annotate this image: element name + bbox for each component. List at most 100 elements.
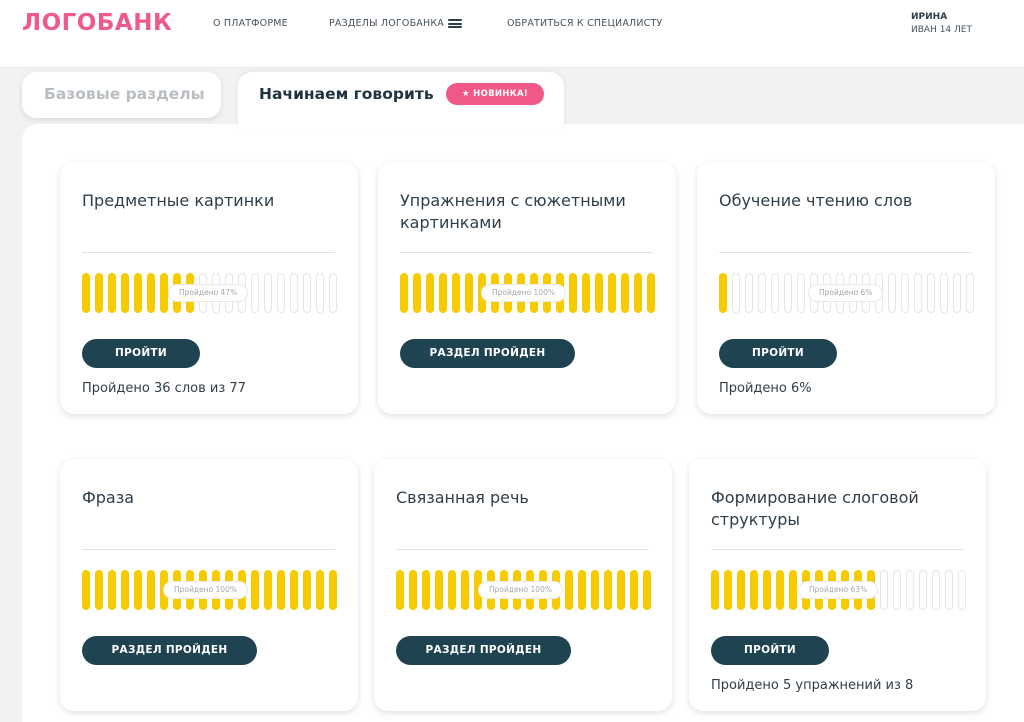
progress-segment: [452, 273, 460, 313]
progress-segment: [329, 273, 337, 313]
progress-segment: [316, 570, 324, 610]
section-card: Формирование слоговой структуры Пройдено…: [689, 459, 986, 711]
card-title: Формирование слоговой структуры: [711, 488, 919, 529]
progress-segment: [595, 273, 603, 313]
progress-segment: [945, 570, 953, 610]
progress-segment: [396, 570, 404, 610]
top-header: ЛОГОБАНК О ПЛАТФОРМЕ РАЗДЕЛЫ ЛОГОБАНКА О…: [0, 0, 1024, 68]
progress-bar: Пройдено 47%: [82, 273, 337, 313]
progress-segment: [251, 570, 259, 610]
progress-segment: [264, 273, 272, 313]
user-name[interactable]: ИРИНА: [911, 12, 947, 22]
progress-segment: [108, 273, 116, 313]
progress-bar: Пройдено 100%: [82, 570, 337, 610]
new-badge: ★ НОВИНКА!: [446, 83, 544, 105]
progress-segment: [409, 570, 417, 610]
progress-segment: [134, 570, 142, 610]
progress-segment: [95, 570, 103, 610]
progress-label: Пройдено 6%: [808, 284, 884, 302]
progress-segment: [953, 273, 961, 313]
progress-segment: [604, 570, 612, 610]
progress-segment: [797, 273, 805, 313]
progress-segment: [134, 273, 142, 313]
progress-segment: [940, 273, 948, 313]
progress-segment: [958, 570, 966, 610]
progress-segment: [745, 273, 753, 313]
progress-segment: [763, 570, 771, 610]
section-card: Связанная речь Пройдено 100% РАЗДЕЛ ПРОЙ…: [374, 459, 672, 711]
logo[interactable]: ЛОГОБАНК: [22, 10, 172, 36]
progress-segment: [643, 570, 651, 610]
progress-segment: [771, 273, 779, 313]
progress-segment: [277, 570, 285, 610]
progress-segment: [400, 273, 408, 313]
section-completed-button[interactable]: РАЗДЕЛ ПРОЙДЕН: [400, 339, 575, 368]
progress-segment: [621, 273, 629, 313]
tab-start-speaking[interactable]: Начинаем говорить ★ НОВИНКА!: [238, 72, 564, 128]
progress-segment: [448, 570, 456, 610]
progress-segment: [932, 570, 940, 610]
progress-segment: [422, 570, 430, 610]
progress-bar: Пройдено 100%: [400, 273, 655, 313]
child-profile[interactable]: ИВАН 14 ЛЕТ: [911, 25, 972, 35]
progress-segment: [121, 570, 129, 610]
progress-segment: [737, 570, 745, 610]
progress-segment: [617, 570, 625, 610]
progress-bar: Пройдено 6%: [719, 273, 974, 313]
progress-segment: [160, 273, 168, 313]
progress-segment: [565, 570, 573, 610]
card-title: Упражнения с сюжетными картинками: [400, 191, 626, 232]
progress-segment: [927, 273, 935, 313]
progress-segment: [893, 570, 901, 610]
section-completed-button[interactable]: РАЗДЕЛ ПРОЙДЕН: [82, 636, 257, 665]
progress-segment: [316, 273, 324, 313]
divider: [82, 252, 335, 253]
progress-segment: [630, 570, 638, 610]
progress-label: Пройдено 100%: [478, 581, 563, 599]
progress-segment: [919, 570, 927, 610]
tab-label: Начинаем говорить: [259, 85, 434, 103]
nav-about-platform[interactable]: О ПЛАТФОРМЕ: [213, 18, 288, 29]
menu-icon[interactable]: [448, 19, 462, 28]
progress-segment: [784, 273, 792, 313]
progress-segment: [461, 570, 469, 610]
nav-contact-specialist[interactable]: ОБРАТИТЬСЯ К СПЕЦИАЛИСТУ: [507, 18, 663, 29]
progress-segment: [906, 570, 914, 610]
card-title: Обучение чтению слов: [719, 191, 913, 210]
card-title: Фраза: [82, 488, 135, 507]
card-progress-text: Пройдено 36 слов из 77: [82, 381, 246, 396]
start-button[interactable]: ПРОЙТИ: [82, 339, 200, 368]
progress-segment: [888, 273, 896, 313]
divider: [719, 252, 972, 253]
divider: [396, 549, 649, 550]
progress-segment: [303, 570, 311, 610]
progress-bar: Пройдено 100%: [396, 570, 651, 610]
nav-logobank-sections[interactable]: РАЗДЕЛЫ ЛОГОБАНКА: [329, 18, 444, 29]
progress-segment: [578, 570, 586, 610]
section-card: Упражнения с сюжетными картинками Пройде…: [378, 162, 676, 414]
progress-segment: [264, 570, 272, 610]
progress-segment: [711, 570, 719, 610]
progress-segment: [95, 273, 103, 313]
progress-segment: [719, 273, 727, 313]
progress-segment: [303, 273, 311, 313]
tab-basic-sections[interactable]: Базовые разделы: [22, 72, 221, 118]
progress-segment: [147, 273, 155, 313]
progress-segment: [608, 273, 616, 313]
divider: [400, 252, 653, 253]
progress-label: Пройдено 100%: [481, 284, 566, 302]
section-card: Предметные картинки Пройдено 47% ПРОЙТИ …: [60, 162, 358, 414]
progress-segment: [413, 273, 421, 313]
progress-segment: [290, 570, 298, 610]
section-card: Фраза Пройдено 100% РАЗДЕЛ ПРОЙДЕН: [60, 459, 358, 711]
progress-segment: [724, 570, 732, 610]
section-completed-button[interactable]: РАЗДЕЛ ПРОЙДЕН: [396, 636, 571, 665]
start-button[interactable]: ПРОЙТИ: [711, 636, 829, 665]
progress-segment: [880, 570, 888, 610]
progress-segment: [901, 273, 909, 313]
progress-segment: [121, 273, 129, 313]
progress-segment: [82, 273, 90, 313]
progress-segment: [758, 273, 766, 313]
progress-label: Пройдено 47%: [168, 284, 249, 302]
start-button[interactable]: ПРОЙТИ: [719, 339, 837, 368]
